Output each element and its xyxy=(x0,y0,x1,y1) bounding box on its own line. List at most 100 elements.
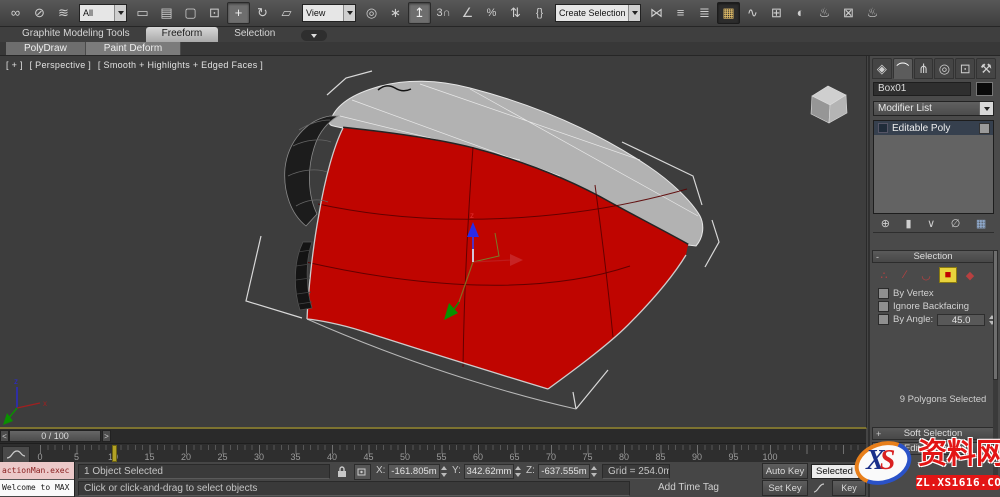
border-mode-icon[interactable]: ◡ xyxy=(918,268,934,282)
frame-number: 55 xyxy=(436,452,447,462)
modifier-stack[interactable]: Editable Poly xyxy=(873,120,994,214)
dropdown-arrow-icon[interactable] xyxy=(979,102,993,115)
rendered-frame-window-button[interactable]: ⊠ xyxy=(837,2,860,24)
select-and-manipulate[interactable]: ∗ xyxy=(384,2,407,24)
chevron-down-icon xyxy=(311,33,318,38)
dropdown-arrow-icon[interactable] xyxy=(114,5,126,21)
current-frame-marker[interactable] xyxy=(112,445,117,462)
select-and-link[interactable]: ∞ xyxy=(4,2,27,24)
polygon-mode-icon[interactable]: ■ xyxy=(939,267,957,283)
dropdown-arrow-icon[interactable] xyxy=(628,5,640,21)
vertex-mode-icon[interactable]: ∴ xyxy=(876,268,892,282)
checkbox-icon[interactable] xyxy=(878,314,889,325)
make-unique-button[interactable]: ∨ xyxy=(927,217,935,231)
ribbon-tab-freeform[interactable]: Freeform xyxy=(145,27,219,42)
snaps-toggle-3d[interactable]: 3∩ xyxy=(432,2,455,24)
percent-snap-toggle[interactable]: % xyxy=(480,2,503,24)
curve-editor-button[interactable]: ∿ xyxy=(741,2,764,24)
tab-hierarchy[interactable]: ⋔ xyxy=(913,58,934,79)
set-key-button[interactable]: Set Key xyxy=(762,480,808,496)
element-mode-icon[interactable]: ◆ xyxy=(962,268,978,282)
y-coordinate-field[interactable]: 342.62mm xyxy=(464,464,514,479)
checkbox-icon[interactable] xyxy=(878,288,889,299)
material-editor-button[interactable]: ◐ xyxy=(789,2,812,24)
configure-modifier-sets-button[interactable]: ▦ xyxy=(976,217,986,231)
modifier-list-dropdown[interactable]: Modifier List xyxy=(873,101,994,116)
select-and-move[interactable]: + xyxy=(227,2,250,24)
tab-utilities[interactable]: ⚒ xyxy=(976,58,996,79)
tab-motion[interactable]: ◎ xyxy=(934,58,955,79)
modifier-onoff-icon[interactable] xyxy=(979,122,990,134)
absolute-mode-toggle[interactable] xyxy=(354,464,371,480)
pin-stack-button[interactable]: ⊕ xyxy=(881,217,890,231)
dropdown-arrow-icon[interactable] xyxy=(343,5,355,21)
select-by-name[interactable]: ▤ xyxy=(155,2,178,24)
time-slider-track[interactable]: < 0 / 100 > xyxy=(0,429,866,443)
perspective-viewport[interactable]: [ + ] [ Perspective ] [ Smooth + Highlig… xyxy=(0,56,867,429)
ribbon-panel-polydraw[interactable]: PolyDraw xyxy=(6,42,86,55)
previous-frame-button[interactable]: < xyxy=(0,430,9,442)
selection-rollout-header[interactable]: - Selection xyxy=(872,250,994,263)
next-frame-button[interactable]: > xyxy=(102,430,111,442)
z-spinner[interactable] xyxy=(591,464,599,479)
viewport-label[interactable]: [ + ] [ Perspective ] [ Smooth + Highlig… xyxy=(6,60,267,70)
render-production-button[interactable]: ♨ xyxy=(861,2,884,24)
named-selection-sets-dropdown[interactable]: Create Selection Se xyxy=(555,4,641,22)
tab-create[interactable]: ◈ xyxy=(872,58,892,79)
select-object[interactable]: ▭ xyxy=(131,2,154,24)
default-in-out-tangent-button[interactable] xyxy=(812,481,828,497)
mirror-button[interactable]: ⋈ xyxy=(645,2,668,24)
world-axis-tripod: z x xyxy=(3,377,47,425)
ribbon-tab-selection[interactable]: Selection xyxy=(218,27,291,42)
ribbon-panel-paint-deform[interactable]: Paint Deform xyxy=(85,42,182,55)
select-and-rotate[interactable]: ↻ xyxy=(251,2,274,24)
keyboard-shortcut-override-toggle[interactable]: ↥ xyxy=(408,2,431,24)
layer-manager-button[interactable]: ≣ xyxy=(693,2,716,24)
checkbox-icon[interactable] xyxy=(878,301,889,312)
tab-display[interactable]: ⊡ xyxy=(955,58,976,79)
object-color-swatch[interactable] xyxy=(976,82,993,96)
ribbon-tab-graphite-modeling-tools[interactable]: Graphite Modeling Tools xyxy=(6,27,146,42)
spinner-snap-toggle[interactable]: ⇅ xyxy=(504,2,527,24)
align-button[interactable]: ≡ xyxy=(669,2,692,24)
bind-to-space-warp[interactable]: ≋ xyxy=(52,2,75,24)
x-spinner[interactable] xyxy=(441,464,449,479)
rectangular-selection-region[interactable]: ▢ xyxy=(179,2,202,24)
window-crossing-toggle[interactable]: ⊡ xyxy=(203,2,226,24)
edge-mode-icon[interactable]: ∕ xyxy=(897,268,913,282)
by-vertex-row[interactable]: By Vertex xyxy=(878,288,934,299)
viewcube[interactable] xyxy=(810,85,848,124)
scrollbar-thumb[interactable] xyxy=(993,250,998,380)
track-bar[interactable]: 0510152025303540455055606570758085909510… xyxy=(0,443,866,463)
modifier-stack-item[interactable]: Editable Poly xyxy=(874,121,993,135)
by-angle-field[interactable]: 45.0 xyxy=(937,313,986,326)
time-slider-handle[interactable]: 0 / 100 xyxy=(9,430,101,442)
tab-modify[interactable]: ⌒ xyxy=(892,58,913,79)
select-and-scale[interactable]: ▱ xyxy=(275,2,298,24)
viewport-menu-plus[interactable]: [ + ] xyxy=(6,60,23,70)
ignore-backfacing-row[interactable]: Ignore Backfacing xyxy=(878,301,969,312)
ribbon-minimize-button[interactable] xyxy=(301,30,328,41)
z-coordinate-field[interactable]: -637.555m xyxy=(538,464,590,479)
graphite-ribbon-toggle[interactable]: ▦ xyxy=(717,2,740,24)
by-angle-row[interactable]: By Angle: 45.0 xyxy=(878,313,997,326)
angle-snap-toggle[interactable]: ∠ xyxy=(456,2,479,24)
viewport-menu-shading[interactable]: [ Smooth + Highlights + Edged Faces ] xyxy=(98,60,263,70)
viewport-menu-view[interactable]: [ Perspective ] xyxy=(30,60,92,70)
show-end-result-button[interactable]: ▮ xyxy=(906,217,912,231)
frame-number: 15 xyxy=(144,452,155,462)
reference-coordinate-system-dropdown[interactable]: View xyxy=(302,4,356,22)
y-spinner[interactable] xyxy=(515,464,523,479)
use-pivot-point-center[interactable]: ◎ xyxy=(360,2,383,24)
viewport-canvas[interactable]: z z x xyxy=(0,56,866,427)
unlink-selection[interactable]: ⊘ xyxy=(28,2,51,24)
render-setup-button[interactable]: ♨ xyxy=(813,2,836,24)
selection-filter-dropdown[interactable]: All xyxy=(79,4,127,22)
x-coordinate-field[interactable]: -161.805m xyxy=(388,464,440,479)
schematic-view-button[interactable]: ⊞ xyxy=(765,2,788,24)
add-time-tag[interactable]: Add Time Tag xyxy=(658,482,719,493)
remove-modifier-button[interactable]: ∅ xyxy=(951,217,961,231)
edit-named-selection-sets[interactable]: {} xyxy=(528,2,551,24)
object-name-field[interactable]: Box01 xyxy=(873,82,971,96)
auto-key-button[interactable]: Auto Key xyxy=(762,463,808,479)
